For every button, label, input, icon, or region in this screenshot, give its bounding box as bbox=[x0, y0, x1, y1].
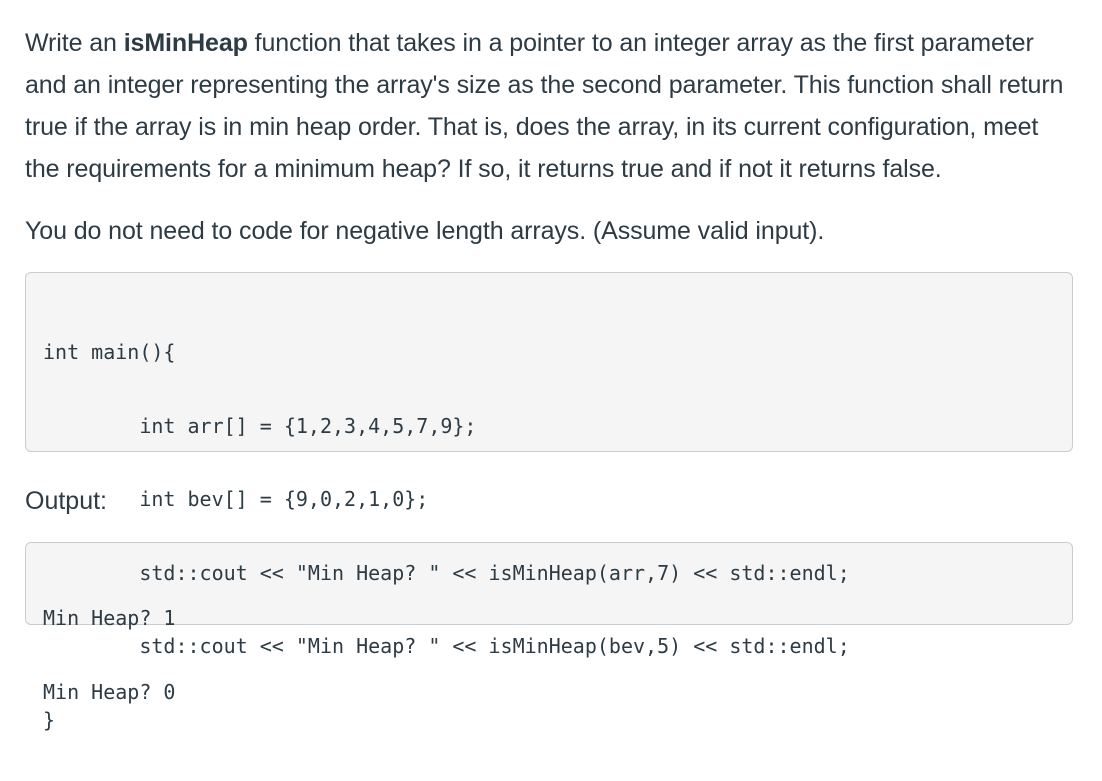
question-text-intro: Write an bbox=[25, 29, 124, 57]
question-content: Write an isMinHeap function that takes i… bbox=[25, 22, 1075, 732]
output-line: Min Heap? 1 bbox=[43, 606, 176, 630]
function-name: isMinHeap bbox=[123, 29, 248, 57]
code-line: } bbox=[43, 707, 56, 732]
question-paragraph-1: Write an isMinHeap function that takes i… bbox=[25, 22, 1075, 190]
code-line: int main(){ bbox=[43, 340, 176, 364]
code-block: int main(){ int arr[] = {1,2,3,4,5,7,9};… bbox=[25, 272, 1073, 732]
code-line: int arr[] = {1,2,3,4,5,7,9}; bbox=[43, 413, 477, 438]
output-line: Min Heap? 0 bbox=[43, 679, 176, 704]
question-paragraph-2: You do not need to code for negative len… bbox=[25, 217, 825, 245]
